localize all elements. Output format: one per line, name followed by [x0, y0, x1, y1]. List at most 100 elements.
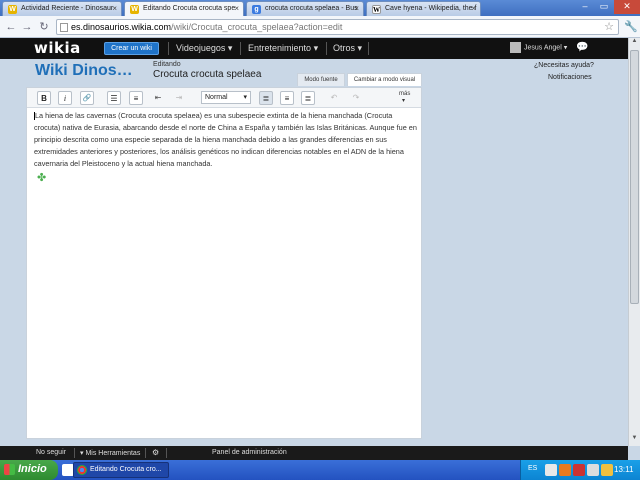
tray-antivirus-icon[interactable]: [573, 464, 585, 476]
chevron-down-icon: ▾: [243, 94, 247, 101]
language-indicator[interactable]: ES: [528, 465, 537, 472]
page-title: Crocuta crocuta spelaea: [153, 69, 262, 80]
close-tab-icon[interactable]: ×: [354, 4, 359, 13]
chevron-down-icon: ▾: [227, 43, 233, 53]
editor-text-area[interactable]: La hiena de las cavernas (Crocuta crocut…: [34, 110, 417, 170]
taskbar-window-label: Editando Crocuta cro...: [90, 466, 162, 473]
scrollbar-thumb[interactable]: [630, 50, 639, 304]
notifications-link[interactable]: Notificaciones: [548, 74, 592, 81]
editing-label: Editando: [153, 61, 181, 68]
chevron-up-icon: ▾: [80, 450, 84, 457]
unfollow-link[interactable]: No seguir: [36, 449, 66, 456]
bold-button[interactable]: B: [37, 91, 51, 105]
puzzle-plugin-icon[interactable]: ✤: [37, 173, 47, 184]
gear-icon[interactable]: ⚙: [152, 448, 159, 457]
link-button[interactable]: 🔗: [80, 91, 94, 105]
close-tab-icon[interactable]: ×: [112, 4, 117, 13]
tab-wikipedia[interactable]: W Cave hyena - Wikipedia, the f ×: [366, 1, 481, 16]
visual-mode-tab[interactable]: Cambiar a modo visual: [347, 73, 422, 86]
chevron-down-icon: ▾: [357, 43, 363, 53]
my-tools-menu[interactable]: ▾ Mis Herramientas: [80, 449, 140, 457]
tab-google-search[interactable]: g crocuta crocuta spelaea - Bus ×: [246, 1, 364, 16]
forward-icon[interactable]: →: [20, 20, 34, 34]
align-center-button[interactable]: ≡: [280, 91, 294, 105]
nav-divider: [368, 42, 369, 55]
page-scrollbar[interactable]: ▲ ▼: [628, 38, 640, 446]
format-select-value: Normal: [205, 94, 228, 101]
nav-videojuegos[interactable]: Videojuegos ▾: [176, 43, 232, 54]
nav-otros[interactable]: Otros ▾: [333, 43, 362, 54]
system-tray: ES 13:11: [520, 460, 640, 480]
taskbar-window-button[interactable]: Editando Crocuta cro...: [73, 462, 169, 478]
scroll-down-icon[interactable]: ▼: [629, 435, 640, 446]
avatar: [510, 42, 521, 53]
outdent-button[interactable]: ⇤: [151, 91, 165, 105]
tab-actividad-reciente[interactable]: W Actividad Reciente - Dinosaur ×: [2, 1, 122, 16]
nav-divider: [168, 42, 169, 55]
back-icon[interactable]: ←: [4, 20, 18, 34]
close-tab-icon[interactable]: ×: [234, 4, 239, 13]
create-wiki-button[interactable]: Crear un wiki: [104, 42, 159, 55]
windows-flag-icon: [4, 464, 15, 475]
tab-label: crocuta crocuta spelaea - Bus: [265, 5, 358, 12]
page-header: Wiki Dinos… Editando Crocuta crocuta spe…: [0, 59, 628, 87]
wikipedia-favicon-icon: W: [372, 5, 381, 14]
wiki-title[interactable]: Wiki Dinos…: [35, 62, 133, 80]
start-button[interactable]: Inicio: [0, 460, 58, 480]
address-bar[interactable]: es.dinosaurios.wikia.com/wiki/Crocuta_cr…: [56, 19, 619, 35]
chrome-icon: [77, 465, 87, 475]
editor-sidebar: [422, 87, 606, 439]
nav-divider: [240, 42, 241, 55]
bookmark-star-icon[interactable]: ☆: [604, 20, 614, 33]
align-right-button[interactable]: ≣: [301, 91, 315, 105]
undo-button[interactable]: ↶: [327, 91, 341, 105]
bullet-list-button[interactable]: ☰: [107, 91, 121, 105]
redo-button[interactable]: ↷: [349, 91, 363, 105]
scroll-up-icon[interactable]: ▲: [629, 38, 640, 49]
close-window-icon[interactable]: ✕: [614, 0, 640, 14]
user-menu[interactable]: Jesus Angel ▾: [510, 42, 567, 53]
chevron-down-icon: ▾: [402, 98, 406, 104]
tab-editando[interactable]: W Editando Crocuta crocuta spe ×: [124, 1, 244, 17]
bar-divider: [166, 448, 167, 458]
maximize-window-icon[interactable]: ▭: [595, 0, 613, 14]
wikia-logo[interactable]: wikia: [34, 39, 81, 57]
tab-label: Editando Crocuta crocuta spe: [143, 5, 236, 12]
numbered-list-button[interactable]: ≡: [129, 91, 143, 105]
google-favicon-icon: g: [252, 5, 261, 14]
clock: 13:11: [614, 465, 634, 474]
tray-network-icon[interactable]: [587, 464, 599, 476]
chevron-down-icon: ▾: [313, 43, 319, 53]
more-button[interactable]: más ▾: [399, 91, 410, 104]
wikia-bottom-toolbar: No seguir ▾ Mis Herramientas ⚙ Panel de …: [0, 446, 628, 460]
minimize-window-icon[interactable]: –: [576, 0, 594, 14]
reload-icon[interactable]: ↻: [37, 20, 51, 34]
tray-help-icon[interactable]: [545, 464, 557, 476]
help-link[interactable]: ¿Necesitas ayuda?: [534, 62, 594, 69]
editor-panel: B i 🔗 ☰ ≡ ⇤ ⇥ Normal ▾ ≣ ≡ ≣ ↶ ↷ más ▾ La…: [26, 87, 422, 439]
messages-icon[interactable]: 💬: [576, 42, 588, 53]
tab-label: Actividad Reciente - Dinosaur: [21, 5, 114, 12]
format-select[interactable]: Normal ▾: [201, 91, 251, 104]
tab-label: Cave hyena - Wikipedia, the f: [385, 5, 477, 12]
tray-volume-icon[interactable]: [601, 464, 613, 476]
page-icon: [60, 23, 68, 32]
align-left-button[interactable]: ≣: [259, 91, 273, 105]
tray-app-icon[interactable]: [559, 464, 571, 476]
browser-toolbar: ← → ↻ es.dinosaurios.wikia.com/wiki/Croc…: [0, 16, 640, 38]
italic-button[interactable]: i: [58, 91, 72, 105]
browser-tab-strip: W Actividad Reciente - Dinosaur × W Edit…: [0, 0, 640, 17]
source-mode-tab[interactable]: Modo fuente: [297, 73, 345, 86]
chevron-down-icon: ▾: [563, 44, 568, 52]
admin-panel-link[interactable]: Panel de administración: [212, 449, 287, 456]
nav-entretenimiento[interactable]: Entretenimiento ▾: [248, 43, 318, 54]
wikia-global-nav: wikia Crear un wiki Videojuegos ▾ Entret…: [0, 38, 628, 59]
editor-toolbar: B i 🔗 ☰ ≡ ⇤ ⇥ Normal ▾ ≣ ≡ ≣ ↶ ↷ más ▾: [27, 88, 421, 108]
indent-button[interactable]: ⇥: [172, 91, 186, 105]
wikia-favicon-icon: W: [8, 5, 17, 14]
start-label: Inicio: [18, 463, 47, 475]
wrench-icon[interactable]: 🔧: [624, 20, 638, 34]
close-tab-icon[interactable]: ×: [471, 4, 476, 13]
bar-divider: [74, 448, 75, 458]
nav-divider: [326, 42, 327, 55]
